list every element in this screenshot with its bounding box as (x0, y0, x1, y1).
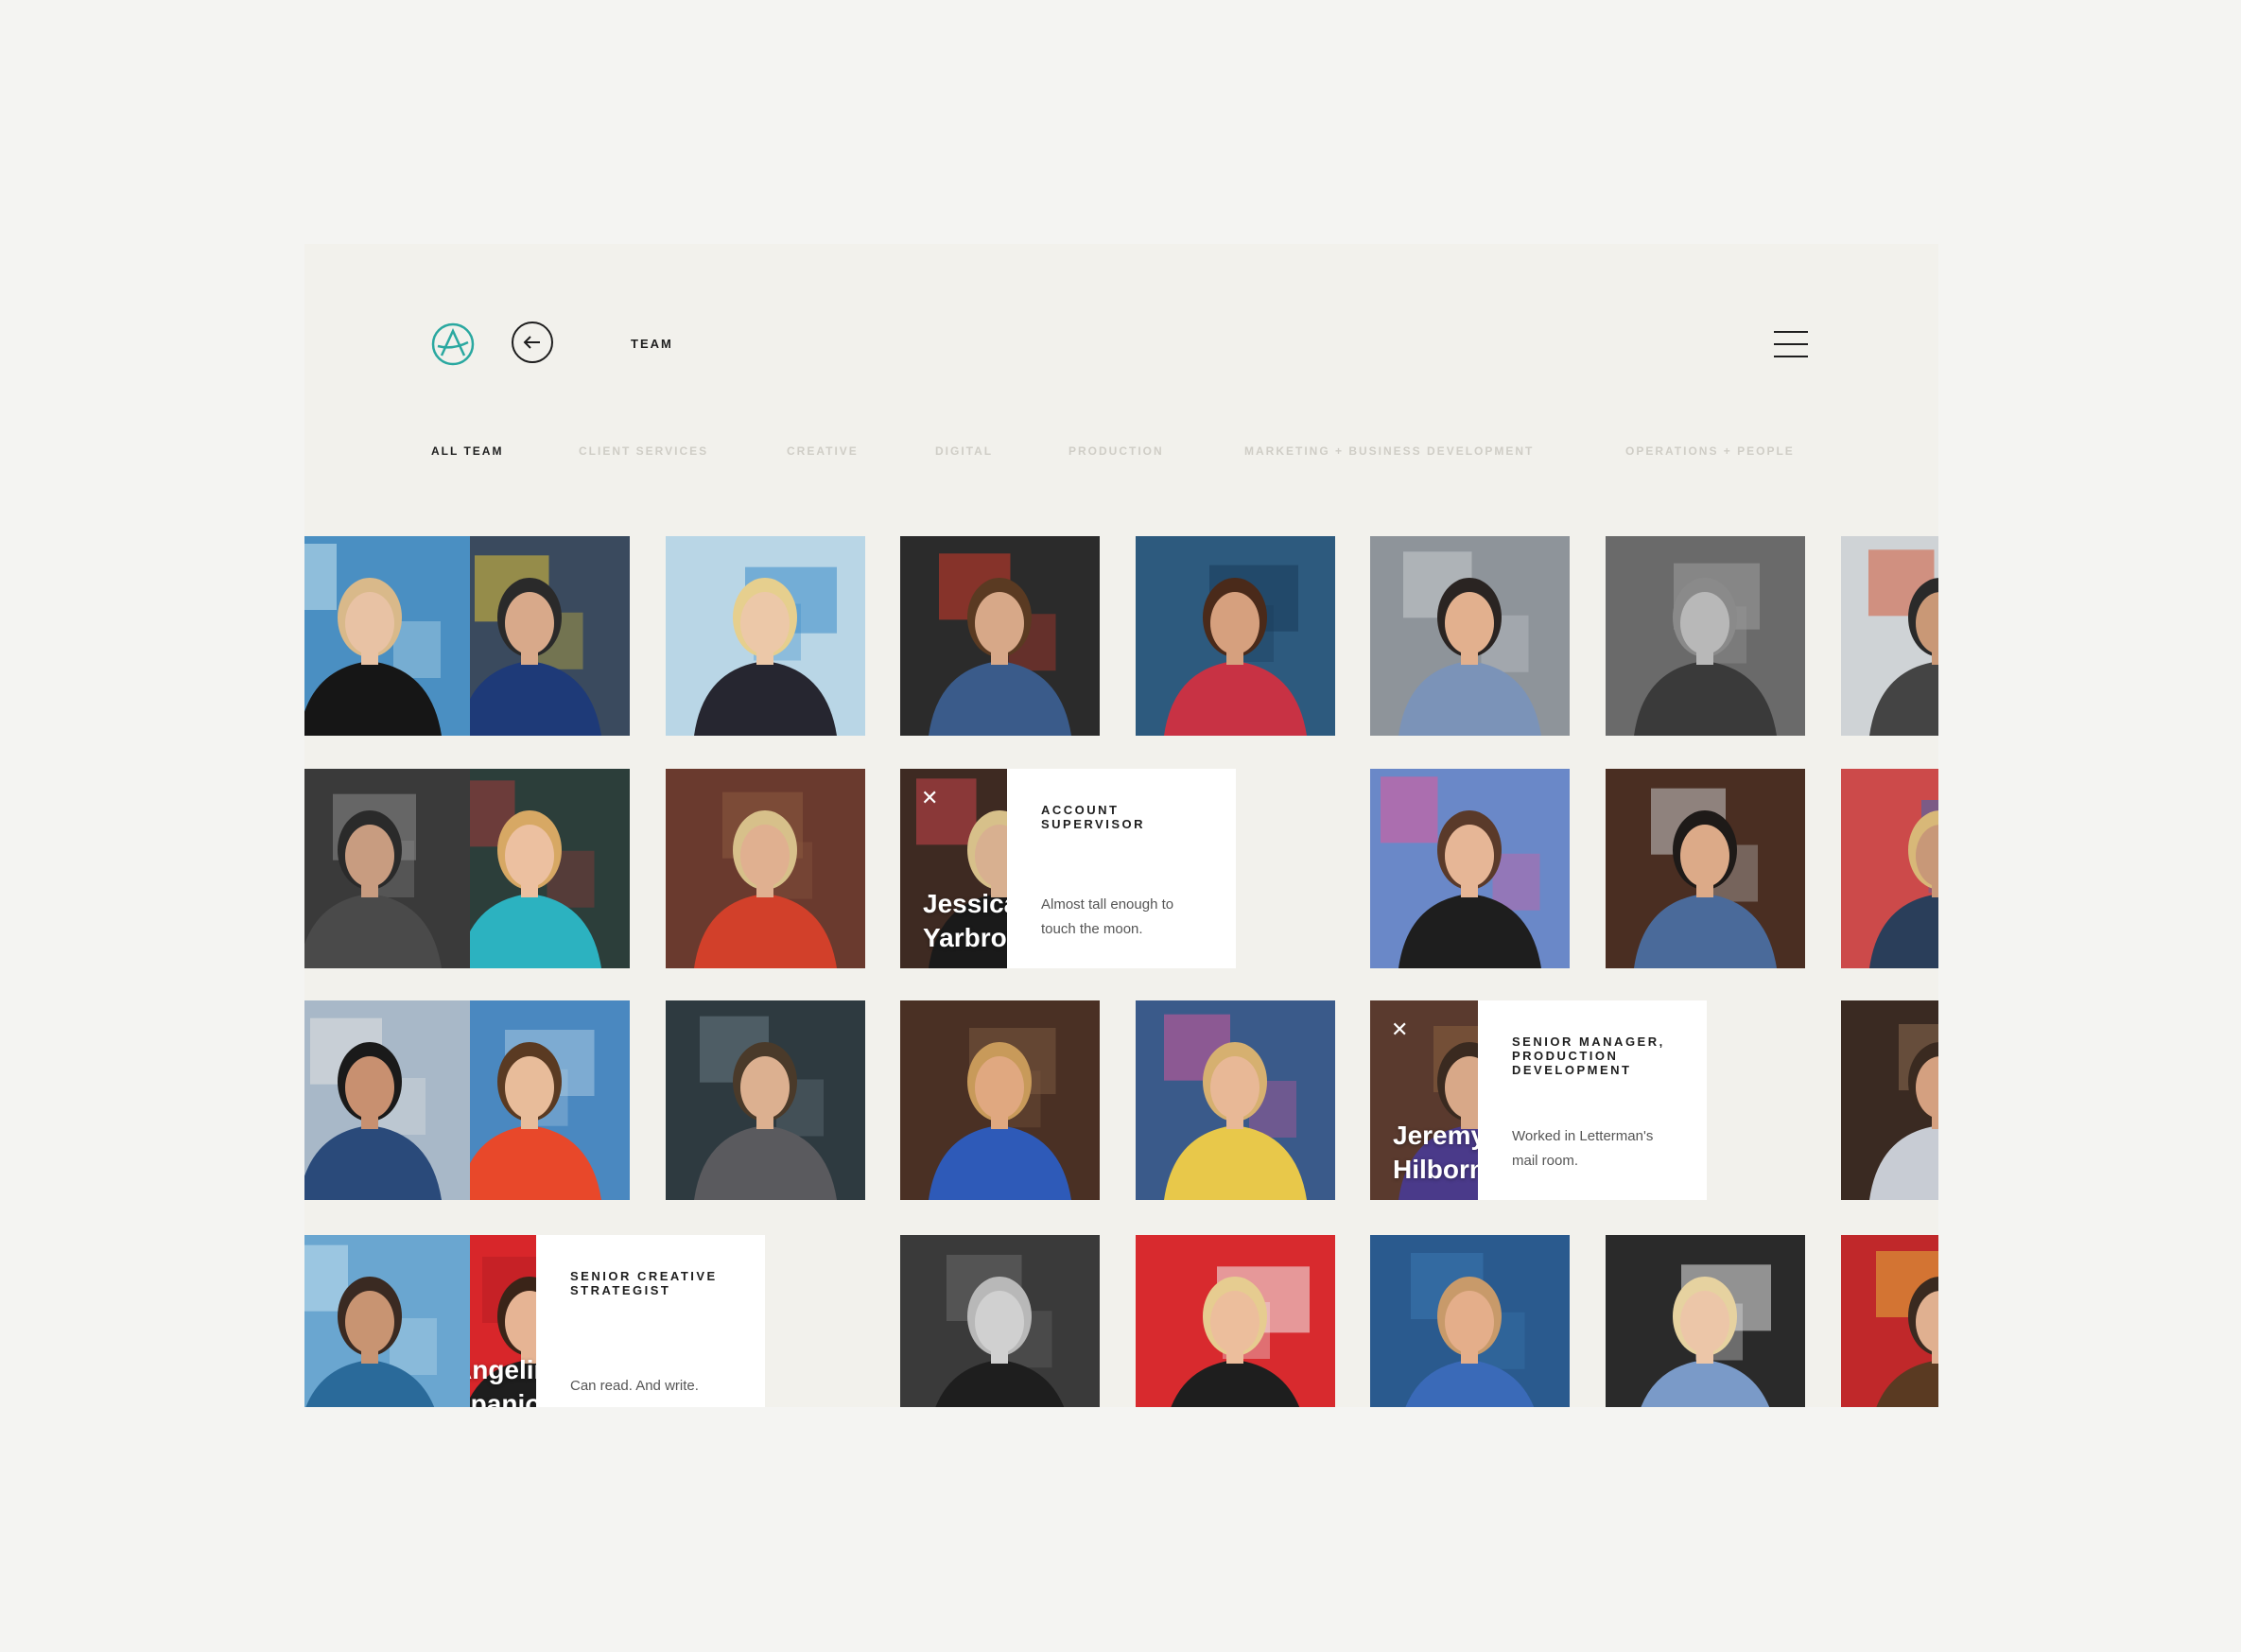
team-member-photo[interactable] (1841, 1235, 1938, 1407)
portrait-image (1841, 536, 1938, 736)
team-member-photo[interactable] (666, 1000, 865, 1200)
portrait-image (1370, 1235, 1570, 1407)
close-icon[interactable]: ✕ (921, 788, 938, 809)
close-icon[interactable]: ✕ (1391, 1019, 1408, 1040)
portrait-image (666, 536, 865, 736)
portrait-image (304, 769, 470, 968)
portrait-image (1136, 536, 1335, 736)
member-name: Jeremy Hilborn (1393, 1121, 1486, 1184)
portrait-image (1606, 536, 1805, 736)
portrait-image (304, 1000, 470, 1200)
team-member-photo[interactable] (1841, 1000, 1938, 1200)
member-card-angelina-spaniolo: SENIOR CREATIVE STRATEGIST Can read. And… (536, 1235, 765, 1407)
portrait-image (1370, 536, 1570, 736)
portrait-image (304, 536, 470, 736)
team-member-photo[interactable] (304, 769, 470, 968)
team-member-photo[interactable] (900, 1235, 1100, 1407)
team-member-photo[interactable] (1841, 536, 1938, 736)
team-member-photo[interactable] (1370, 1235, 1570, 1407)
portrait-image (1606, 769, 1805, 968)
team-member-photo[interactable] (304, 536, 470, 736)
portrait-image (900, 536, 1100, 736)
portrait-image (304, 1235, 470, 1407)
member-title: SENIOR MANAGER, PRODUCTION DEVELOPMENT (1512, 1035, 1665, 1077)
team-member-photo[interactable] (666, 536, 865, 736)
portrait-image (666, 769, 865, 968)
team-member-photo[interactable] (304, 1235, 470, 1407)
portrait-image (1841, 1235, 1938, 1407)
portrait-image (1841, 1000, 1938, 1200)
portrait-image (900, 1235, 1100, 1407)
team-member-photo[interactable] (1606, 769, 1805, 968)
team-member-photo[interactable] (1841, 769, 1938, 968)
team-member-photo[interactable] (1370, 536, 1570, 736)
team-member-photo[interactable] (1370, 769, 1570, 968)
member-description: Almost tall enough to touch the moon. (1041, 896, 1174, 937)
member-description: Worked in Letterman's mail room. (1512, 1128, 1654, 1169)
member-title: ACCOUNT SUPERVISOR (1041, 803, 1146, 831)
team-member-photo[interactable] (1606, 1235, 1805, 1407)
portrait-image (1841, 769, 1938, 968)
team-member-photo[interactable] (1136, 1000, 1335, 1200)
portrait-image (1136, 1000, 1335, 1200)
portrait-image (1606, 1235, 1805, 1407)
team-member-photo[interactable] (900, 536, 1100, 736)
portrait-image (666, 1000, 865, 1200)
portrait-image (1370, 769, 1570, 968)
team-member-photo[interactable] (304, 1000, 470, 1200)
team-grid: ✕AngelinaSpaniolo✕JeremyHilborn✕JessicaY… (304, 244, 1938, 1407)
member-card-jeremy-hilborn: SENIOR MANAGER, PRODUCTION DEVELOPMENT W… (1478, 1000, 1707, 1200)
team-member-photo[interactable] (1136, 536, 1335, 736)
team-member-photo[interactable] (666, 769, 865, 968)
team-member-photo[interactable] (900, 1000, 1100, 1200)
team-member-photo[interactable] (1606, 536, 1805, 736)
portrait-image (900, 1000, 1100, 1200)
portrait-image (1136, 1235, 1335, 1407)
team-page: TEAM ALL TEAM CLIENT SERVICES CREATIVE D… (304, 244, 1938, 1407)
team-member-photo[interactable] (1136, 1235, 1335, 1407)
member-description: Can read. And write. (570, 1378, 699, 1394)
member-title: SENIOR CREATIVE STRATEGIST (570, 1269, 718, 1297)
member-card-jessica-yarbrough: ACCOUNT SUPERVISOR Almost tall enough to… (1007, 769, 1236, 968)
